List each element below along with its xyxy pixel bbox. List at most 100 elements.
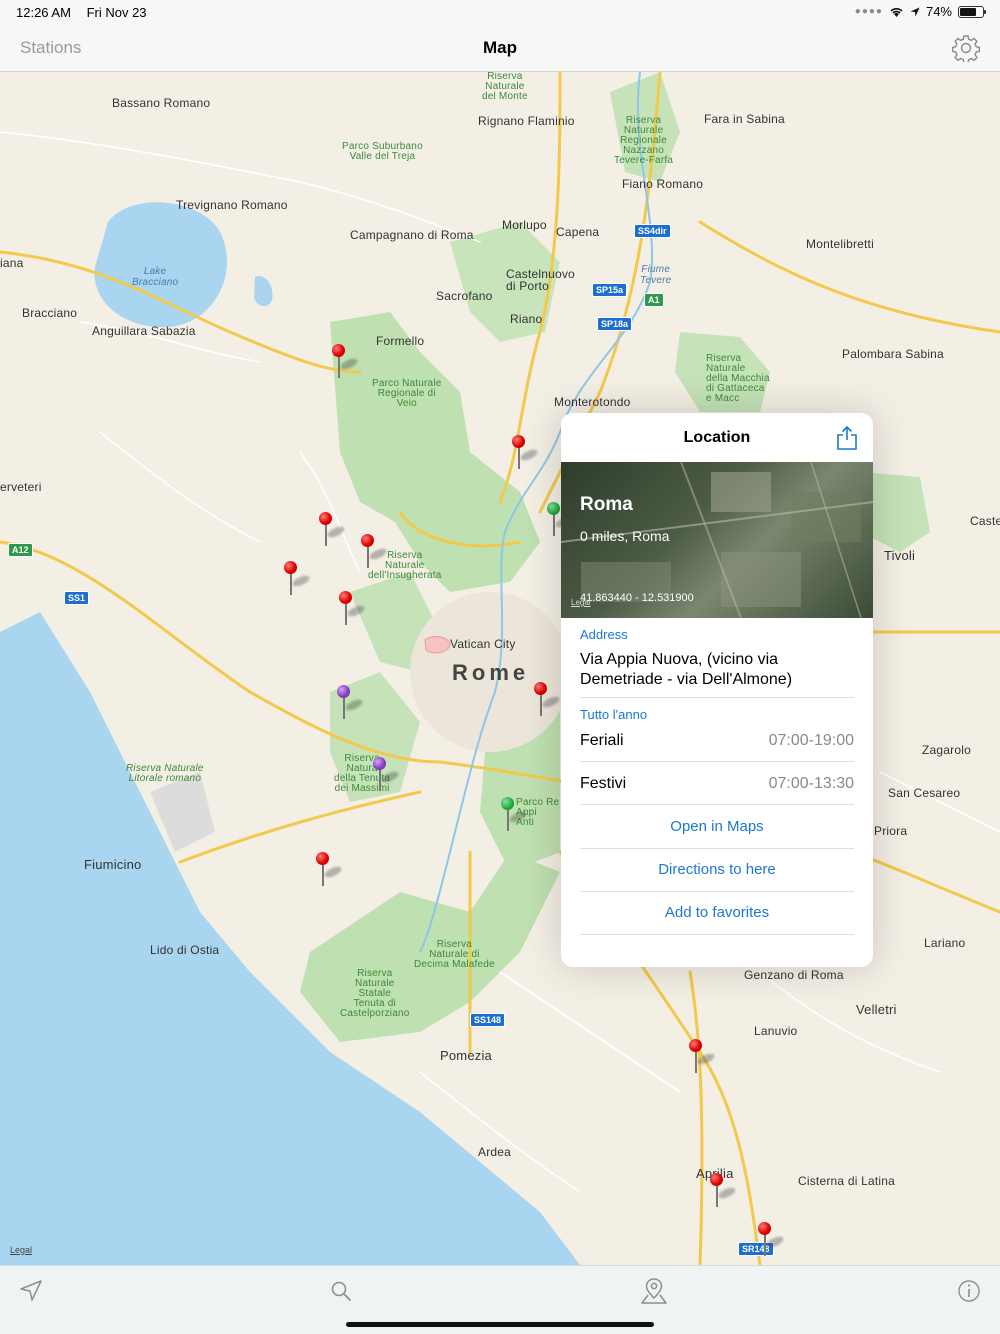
map-label-zagarolo: Zagarolo	[922, 743, 971, 757]
festivi-hours: 07:00-13:30	[768, 775, 854, 792]
map-label-vatican: Vatican City	[450, 637, 516, 651]
share-icon[interactable]	[835, 425, 859, 451]
navigation-bar: Stations Map	[0, 24, 1000, 72]
map-label-palombara: Palombara Sabina	[842, 347, 944, 361]
map-label-bracciano: Bracciano	[22, 306, 78, 320]
open-in-maps-button[interactable]: Open in Maps	[580, 805, 854, 848]
map-label-riserva-monte: Riserva Naturale del Monte	[482, 72, 528, 102]
status-bar: 12:26 AM Fri Nov 23 ●●●● 74%	[0, 0, 1000, 24]
map-label-capena: Capena	[556, 225, 600, 239]
place-coordinates: 41.863440 - 12.531900	[580, 592, 694, 604]
separator	[580, 697, 854, 698]
map-label-riserva-castelporziano: Riserva Naturale Statale Tenuta di Caste…	[340, 968, 410, 1019]
feriali-hours: 07:00-19:00	[768, 732, 854, 749]
map-pin[interactable]	[337, 685, 364, 725]
map-label-lido-ostia: Lido di Ostia	[150, 943, 220, 957]
satellite-image: Roma 0 miles, Roma 41.863440 - 12.531900…	[561, 462, 873, 618]
location-services-icon	[910, 7, 920, 16]
road-badge-a1: A1	[644, 293, 664, 307]
map-pin[interactable]	[547, 502, 574, 542]
map-pin[interactable]	[284, 561, 311, 601]
home-indicator	[346, 1322, 654, 1327]
festivi-label: Festivi	[580, 775, 627, 792]
map-label-riserva-decima: Riserva Naturale di Decima Malafede	[414, 939, 495, 970]
status-date: Fri Nov 23	[86, 5, 147, 20]
map-pin[interactable]	[501, 797, 528, 837]
map-pin[interactable]	[512, 435, 539, 475]
map-label-rome: Rome	[452, 660, 530, 685]
map-pin[interactable]	[373, 757, 400, 797]
map-label-fiano: Fiano Romano	[622, 177, 704, 191]
map-label-montelibretti: Montelibretti	[806, 237, 874, 251]
map-label-parco-veio: Parco Naturale Regionale di Veio	[372, 378, 442, 409]
road-badge-ss1: SS1	[64, 591, 90, 605]
map-label-lanuvio: Lanuvio	[754, 1024, 798, 1038]
map-label-cisterna: Cisterna di Latina	[798, 1174, 895, 1188]
separator	[580, 934, 854, 935]
address-label: Address	[580, 627, 628, 642]
map-label-campagnano: Campagnano di Roma	[350, 228, 474, 242]
map-label-san-cesareo: San Cesareo	[888, 786, 961, 800]
search-icon[interactable]	[328, 1278, 354, 1304]
road-badge-sp15a: SP15a	[592, 283, 628, 297]
map-pin[interactable]	[710, 1173, 737, 1213]
map-label-genzano: Genzano di Roma	[744, 968, 844, 982]
add-to-favorites-button[interactable]: Add to favorites	[580, 891, 854, 934]
gear-icon[interactable]	[952, 34, 980, 62]
map-label-tivoli: Tivoli	[884, 548, 916, 563]
map-label-riserva-nazzano: Riserva Naturale Regionale Nazzano Tever…	[614, 115, 674, 166]
map-label-ardea: Ardea	[478, 1145, 512, 1159]
battery-icon	[958, 5, 986, 18]
map-label-fiume-tevere: Fiume Tevere	[640, 264, 672, 286]
place-name: Roma	[580, 494, 633, 515]
map-label-lariano: Lariano	[924, 936, 966, 950]
status-time: 12:26 AM	[16, 5, 71, 20]
map-label-riano: Riano	[510, 312, 543, 326]
map-label-rignano: Rignano Flaminio	[478, 114, 575, 128]
map-label-fiumicino: Fiumicino	[84, 857, 142, 872]
road-badge-ss148: SS148	[470, 1013, 506, 1027]
satellite-legal-link[interactable]: Legal	[571, 598, 591, 607]
battery-percent: 74%	[925, 4, 952, 19]
map-label-fara-sabina: Fara in Sabina	[704, 112, 785, 126]
road-badge-ss4dir: SS4dir	[634, 224, 671, 238]
map-label-castel: Caste	[970, 514, 1000, 528]
map-pin[interactable]	[534, 682, 561, 722]
map-pin[interactable]	[332, 344, 359, 384]
map-label-morlupo: Morlupo	[502, 218, 547, 232]
map-label-bassano: Bassano Romano	[112, 96, 211, 110]
road-badge-sp18a: SP18a	[597, 317, 633, 331]
directions-button[interactable]: Directions to here	[580, 848, 854, 891]
map-label-parco-treja: Parco Suburbano Valle del Treja	[342, 141, 423, 162]
wifi-icon	[890, 7, 903, 17]
map-label-monterotondo: Monterotondo	[554, 395, 631, 409]
address-text: Via Appia Nuova, (vicino via Demetriade …	[580, 651, 793, 688]
place-distance: 0 miles, Roma	[580, 528, 670, 544]
road-badge-a12: A12	[8, 543, 33, 557]
map-label-trevignano: Trevignano Romano	[176, 198, 288, 212]
feriali-label: Feriali	[580, 732, 624, 749]
map-label-riserva-litorale: Riserva Naturale Litorale romano	[126, 763, 204, 784]
legal-link[interactable]: Legal	[10, 1245, 32, 1255]
map-pin[interactable]	[758, 1222, 785, 1262]
info-icon[interactable]	[956, 1278, 982, 1304]
map-label-castelnuovo: Castelnuovo di Porto	[506, 267, 575, 293]
map-label-cerveteri: erveteri	[0, 480, 42, 494]
schedule-label: Tutto l'anno	[580, 707, 648, 722]
page-title: Map	[483, 38, 517, 57]
map-pin[interactable]	[339, 591, 366, 631]
location-popover: Location Roma 0 miles, Roma 41.863440 - …	[561, 413, 873, 967]
location-arrow-icon[interactable]	[18, 1278, 44, 1304]
separator	[580, 761, 854, 762]
map-pin[interactable]	[316, 852, 343, 892]
map-label-priora: Priora	[874, 824, 908, 838]
map-pin[interactable]	[319, 512, 346, 552]
popover-title: Location	[683, 429, 751, 446]
map-pin-icon[interactable]	[640, 1276, 668, 1306]
map-label-formello: Formello	[376, 334, 425, 348]
map-pin[interactable]	[689, 1039, 716, 1079]
map-label-iana: iana	[0, 256, 24, 270]
map-label-sacrofano: Sacrofano	[436, 289, 493, 303]
map-label-pomezia: Pomezia	[440, 1048, 492, 1063]
map-pin[interactable]	[361, 534, 388, 574]
